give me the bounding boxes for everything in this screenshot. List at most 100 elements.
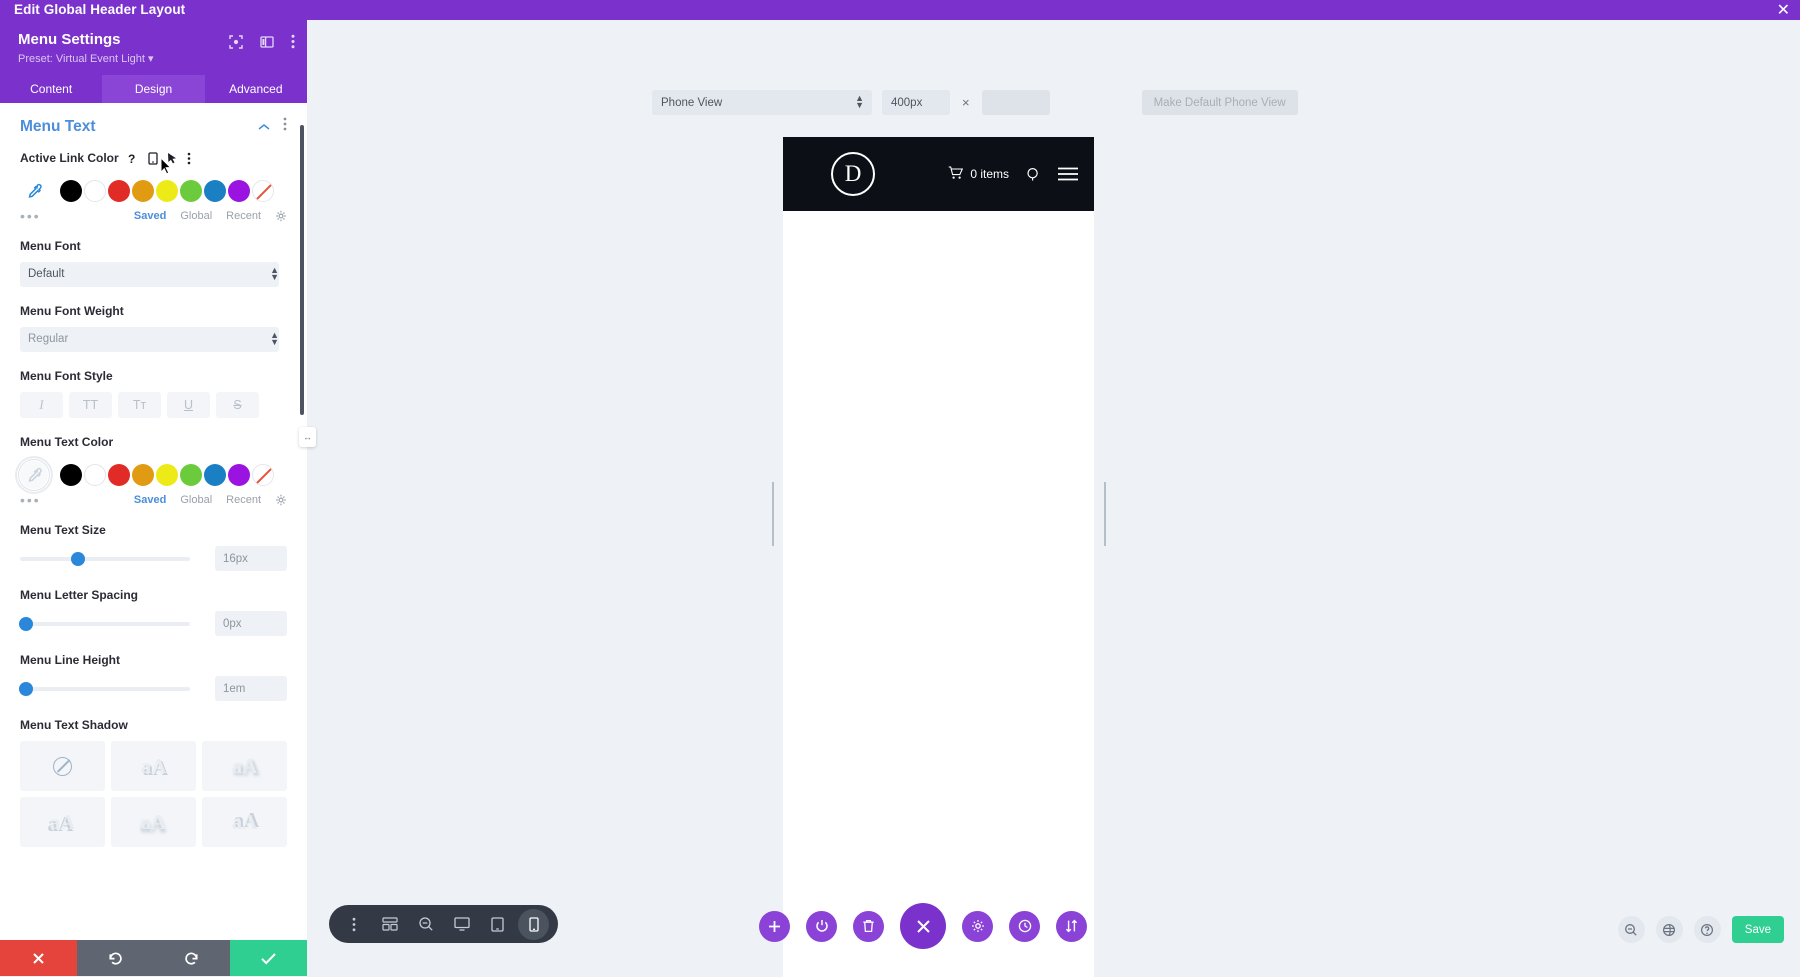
cart-widget[interactable]: 0 items — [948, 165, 1009, 183]
shadow-preview-glyph: aA — [231, 753, 258, 778]
zoom-out-icon[interactable] — [410, 909, 441, 940]
underline-button[interactable]: U — [167, 392, 210, 418]
target-icon[interactable] — [229, 34, 243, 54]
swatch-purple[interactable] — [228, 464, 250, 486]
viewport-height-input[interactable] — [981, 90, 1050, 115]
tab-design[interactable]: Design — [102, 75, 205, 103]
gear-icon[interactable] — [275, 494, 287, 506]
strikethrough-button[interactable]: S — [216, 392, 259, 418]
swatch-blue[interactable] — [204, 464, 226, 486]
menu-letter-spacing-input[interactable] — [215, 611, 287, 636]
uppercase-button[interactable]: TT — [69, 392, 112, 418]
gear-icon[interactable] — [962, 910, 993, 942]
search-icon[interactable] — [1026, 167, 1041, 182]
help-icon[interactable]: ? — [128, 152, 139, 165]
view-mode-select[interactable]: Phone View — [652, 90, 872, 115]
palette-tab-recent[interactable]: Recent — [226, 210, 261, 222]
resize-rail-right[interactable] — [1104, 482, 1107, 546]
panel-scrollbar[interactable] — [300, 125, 304, 415]
swatch-orange[interactable] — [132, 464, 154, 486]
clock-history-icon[interactable] — [1009, 910, 1040, 942]
more-vertical-icon[interactable] — [338, 909, 369, 940]
eyedropper-icon[interactable] — [18, 459, 50, 491]
menu-text-shadow-label: Menu Text Shadow — [20, 718, 128, 732]
shadow-option-none[interactable] — [20, 741, 105, 791]
shadow-preview-glyph: aA — [140, 753, 167, 778]
shadow-option-5[interactable]: aA — [202, 797, 287, 847]
make-default-phone-view-button[interactable]: Make Default Phone View — [1141, 90, 1298, 115]
color-more-dots[interactable]: ••• — [20, 209, 41, 223]
capitalize-button[interactable]: Tᴛ — [118, 392, 161, 418]
color-more-dots[interactable]: ••• — [20, 493, 41, 507]
swatch-red[interactable] — [108, 180, 130, 202]
palette-tab-global[interactable]: Global — [180, 210, 212, 222]
zoom-out-icon[interactable] — [1617, 916, 1645, 943]
clear-width-icon[interactable]: × — [960, 95, 972, 110]
eyedropper-icon[interactable] — [20, 177, 48, 205]
menu-line-height-input[interactable] — [215, 676, 287, 701]
save-button[interactable] — [230, 940, 307, 976]
menu-text-size-slider[interactable] — [20, 551, 190, 566]
shadow-option-4[interactable]: aA — [111, 797, 196, 847]
section-menu-text[interactable]: Menu Text — [20, 117, 287, 136]
menu-text-size-input[interactable] — [215, 546, 287, 571]
close-builder-x-icon[interactable] — [900, 903, 946, 949]
wireframe-icon[interactable] — [374, 909, 405, 940]
close-icon[interactable]: ✕ — [1777, 0, 1790, 20]
section-more-vertical-icon[interactable] — [283, 117, 287, 136]
resize-rail-left[interactable] — [772, 482, 775, 546]
shadow-option-2[interactable]: aA — [202, 741, 287, 791]
layers-icon[interactable] — [1655, 916, 1683, 943]
sort-reorder-icon[interactable] — [1056, 910, 1087, 942]
menu-line-height-slider[interactable] — [19, 681, 190, 696]
palette-tab-recent[interactable]: Recent — [226, 494, 261, 506]
swatch-yellow[interactable] — [156, 464, 178, 486]
shadow-option-3[interactable]: aA — [20, 797, 105, 847]
swatch-purple[interactable] — [228, 180, 250, 202]
phone-icon[interactable] — [518, 908, 549, 940]
swatch-green[interactable] — [180, 464, 202, 486]
undo-button[interactable] — [76, 940, 154, 976]
swatch-white[interactable] — [84, 180, 106, 202]
hover-pointer-icon[interactable] — [167, 152, 178, 165]
menu-font-weight-select[interactable]: Regular — [20, 327, 279, 352]
italic-button[interactable]: I — [20, 392, 63, 418]
swatch-green[interactable] — [180, 180, 202, 202]
swatch-white[interactable] — [84, 464, 106, 486]
tab-advanced[interactable]: Advanced — [205, 75, 307, 103]
palette-tab-global[interactable]: Global — [180, 494, 212, 506]
trash-icon[interactable] — [853, 910, 884, 942]
swatch-yellow[interactable] — [156, 180, 178, 202]
canvas-save-button[interactable]: Save — [1731, 916, 1784, 943]
chevron-up-icon[interactable] — [258, 118, 270, 136]
panel-resize-handle[interactable]: ↔ — [299, 427, 316, 447]
plus-icon[interactable] — [759, 910, 790, 942]
palette-tab-saved[interactable]: Saved — [134, 494, 166, 506]
menu-letter-spacing-slider[interactable] — [19, 616, 190, 631]
menu-font-select[interactable]: Default — [20, 262, 279, 287]
divi-logo[interactable]: D — [831, 152, 875, 196]
redo-button[interactable] — [153, 940, 231, 976]
viewport-width-input[interactable] — [882, 90, 950, 115]
swatch-none[interactable] — [252, 464, 274, 486]
hamburger-menu-icon[interactable] — [1058, 167, 1078, 181]
field-more-vertical-icon[interactable] — [187, 152, 191, 165]
swatch-blue[interactable] — [204, 180, 226, 202]
swatch-orange[interactable] — [132, 180, 154, 202]
tablet-icon[interactable] — [482, 909, 513, 940]
layout-icon[interactable] — [260, 35, 274, 54]
palette-tab-saved[interactable]: Saved — [134, 210, 166, 222]
more-vertical-icon[interactable] — [291, 34, 295, 54]
shadow-option-1[interactable]: aA — [111, 741, 196, 791]
swatch-red[interactable] — [108, 464, 130, 486]
cancel-button[interactable] — [0, 940, 77, 976]
help-icon[interactable] — [1693, 916, 1721, 943]
tab-content[interactable]: Content — [0, 75, 102, 103]
mobile-icon[interactable] — [148, 151, 158, 165]
gear-icon[interactable] — [275, 210, 287, 222]
desktop-icon[interactable] — [446, 909, 477, 940]
swatch-none[interactable] — [252, 180, 274, 202]
swatch-black[interactable] — [60, 464, 82, 486]
swatch-black[interactable] — [60, 180, 82, 202]
power-icon[interactable] — [806, 910, 837, 942]
